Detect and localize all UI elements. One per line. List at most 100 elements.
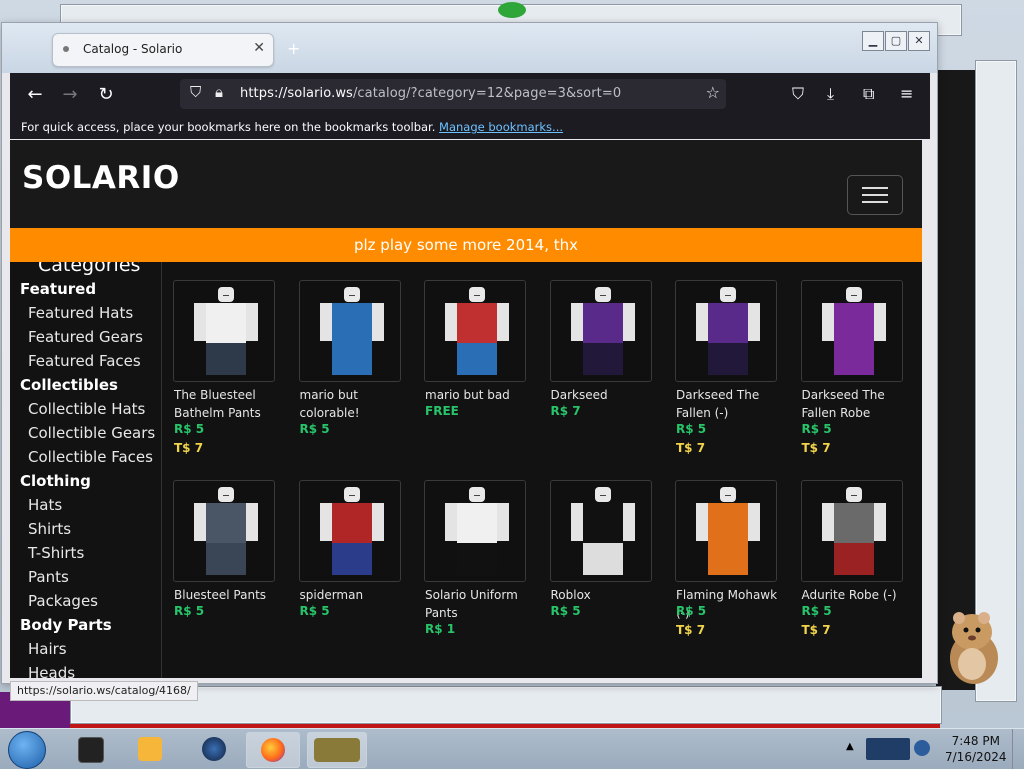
maximize-button[interactable]: ▢	[885, 31, 907, 51]
item-name[interactable]: Darkseed	[551, 386, 661, 404]
item-thumbnail[interactable]	[549, 280, 652, 382]
sidebar-item-collectibles[interactable]: Collectibles	[20, 376, 118, 394]
extensions-icon[interactable]: ⧉	[863, 84, 874, 104]
title-bar: Catalog - Solario ✕ + ▁ ▢ ✕	[2, 23, 937, 73]
item-price-robux: R$ 5	[676, 604, 707, 618]
page-content: SOLARIO plz play some more 2014, thx Cat…	[10, 140, 922, 678]
pocket-icon[interactable]: ⛉	[792, 84, 804, 104]
tab-title: Catalog - Solario	[83, 42, 183, 56]
tray-network-icon[interactable]	[866, 738, 910, 760]
sidebar-item-featured-gears[interactable]: Featured Gears	[28, 328, 143, 346]
item-price-robux: R$ 5	[801, 604, 832, 618]
hamburger-menu-button[interactable]	[847, 175, 903, 215]
bookmark-star-icon[interactable]: ☆	[706, 83, 720, 102]
item-thumbnail[interactable]	[298, 480, 401, 582]
reload-icon[interactable]: ↻	[93, 82, 119, 108]
sidebar-item-pants[interactable]: Pants	[28, 568, 69, 586]
item-name[interactable]: Bluesteel Pants	[174, 586, 284, 604]
sidebar-item-collectible-faces[interactable]: Collectible Faces	[28, 448, 153, 466]
item-name[interactable]: Darkseed The Fallen (-)	[676, 386, 786, 422]
close-window-button[interactable]: ✕	[908, 31, 930, 51]
downloads-icon[interactable]: ⤓	[827, 84, 834, 104]
tab-favicon-icon	[63, 46, 69, 52]
item-thumbnail[interactable]	[549, 480, 652, 582]
item-name[interactable]: mario but colorable!	[300, 386, 410, 422]
sidebar-item-featured-hats[interactable]: Featured Hats	[28, 304, 133, 322]
start-button[interactable]	[8, 731, 46, 769]
sidebar-item-featured[interactable]: Featured	[20, 280, 96, 298]
item-thumbnail[interactable]	[675, 480, 777, 582]
url-bar[interactable]: ⛉ 🔒︎ https://solario.ws/catalog/?categor…	[180, 79, 726, 109]
sidebar-item-shirts[interactable]: Shirts	[28, 520, 71, 538]
item-price-tix: T$ 7	[801, 623, 831, 637]
background-window-dark	[936, 70, 976, 690]
sidebar-item-clothing[interactable]: Clothing	[20, 472, 91, 490]
sidebar-item-collectible-hats[interactable]: Collectible Hats	[28, 400, 145, 418]
sidebar-item-heads[interactable]: Heads	[28, 664, 75, 678]
sidebar-item-t-shirts[interactable]: T-Shirts	[28, 544, 84, 562]
item-name[interactable]: Solario Uniform Pants	[425, 586, 535, 622]
bookmarks-hint: For quick access, place your bookmarks h…	[21, 120, 564, 134]
sidebar-heading: Categories	[38, 262, 141, 276]
menu-icon[interactable]: ≡	[900, 84, 913, 103]
item-price-robux: R$ 5	[550, 604, 581, 618]
item-name[interactable]: Roblox	[551, 586, 661, 604]
item-thumbnail[interactable]	[800, 480, 903, 582]
item-name[interactable]: Adurite Robe (-)	[802, 586, 912, 604]
new-tab-button[interactable]: +	[287, 39, 300, 58]
sidebar-item-packages[interactable]: Packages	[28, 592, 98, 610]
item-price-robux: R$ 5	[801, 422, 832, 436]
show-desktop-button[interactable]	[1012, 729, 1024, 769]
sidebar-item-collectible-gears[interactable]: Collectible Gears	[28, 424, 155, 442]
browser-window: Catalog - Solario ✕ + ▁ ▢ ✕ ← → ↻ ⛉ 🔒︎ h…	[1, 22, 938, 701]
lock-icon[interactable]: 🔒︎	[215, 83, 223, 101]
forward-icon[interactable]: →	[57, 82, 83, 108]
taskbar-app-globe[interactable]	[188, 732, 240, 766]
url-text[interactable]: https://solario.ws/catalog/?category=12&…	[240, 86, 621, 101]
item-name[interactable]: Darkseed The Fallen Robe	[802, 386, 912, 422]
item-price-robux: R$ 5	[676, 422, 707, 436]
sidebar-item-featured-faces[interactable]: Featured Faces	[28, 352, 141, 370]
avatar-preview	[445, 487, 509, 575]
avatar-preview	[821, 487, 886, 575]
shield-icon[interactable]: ⛉	[190, 83, 201, 101]
item-price-robux: FREE	[425, 404, 459, 418]
item-name[interactable]: spiderman	[300, 586, 410, 604]
site-logo[interactable]: SOLARIO	[22, 160, 180, 196]
item-thumbnail[interactable]	[424, 280, 526, 382]
manage-bookmarks-link[interactable]: Manage bookmarks...	[439, 120, 563, 134]
tab-catalog[interactable]: Catalog - Solario ✕	[52, 33, 274, 67]
avatar-preview	[570, 487, 635, 575]
clock[interactable]: 7:48 PM 7/16/2024	[945, 733, 1007, 765]
avatar-preview	[319, 287, 384, 375]
item-thumbnail[interactable]	[298, 280, 401, 382]
taskbar-app-media[interactable]	[124, 732, 176, 766]
bookmarks-toolbar: For quick access, place your bookmarks h…	[10, 117, 930, 139]
back-icon[interactable]: ←	[22, 82, 48, 108]
taskbar-app-terminal[interactable]	[64, 732, 116, 766]
sidebar-item-hairs[interactable]: Hairs	[28, 640, 67, 658]
item-name[interactable]: The Bluesteel Bathelm Pants	[174, 386, 284, 422]
item-thumbnail[interactable]	[675, 280, 777, 382]
avatar-preview	[696, 487, 760, 575]
item-price-tix: T$ 7	[676, 441, 706, 455]
taskbar-app-firefox[interactable]	[246, 732, 300, 768]
tab-close-icon[interactable]: ✕	[253, 40, 265, 56]
minimize-button[interactable]: ▁	[862, 31, 884, 51]
sidebar-item-body-parts[interactable]: Body Parts	[20, 616, 112, 634]
item-name[interactable]: mario but bad	[425, 386, 535, 404]
item-thumbnail[interactable]	[173, 480, 275, 582]
item-price-tix: T$ 7	[174, 441, 204, 455]
item-thumbnail[interactable]	[173, 280, 275, 382]
item-price-robux: R$ 5	[299, 422, 330, 436]
sidebar-item-hats[interactable]: Hats	[28, 496, 62, 514]
tray-volume-icon[interactable]	[914, 740, 930, 756]
avatar-preview	[696, 287, 760, 375]
item-price-robux: R$ 5	[299, 604, 330, 618]
taskbar-app-box[interactable]	[307, 732, 367, 768]
tray-show-hidden-icon[interactable]: ▲	[846, 741, 854, 752]
item-thumbnail[interactable]	[424, 480, 526, 582]
item-thumbnail[interactable]	[800, 280, 903, 382]
avatar-preview	[194, 487, 258, 575]
taskbar: ▲ 7:48 PM 7/16/2024	[0, 728, 1024, 769]
